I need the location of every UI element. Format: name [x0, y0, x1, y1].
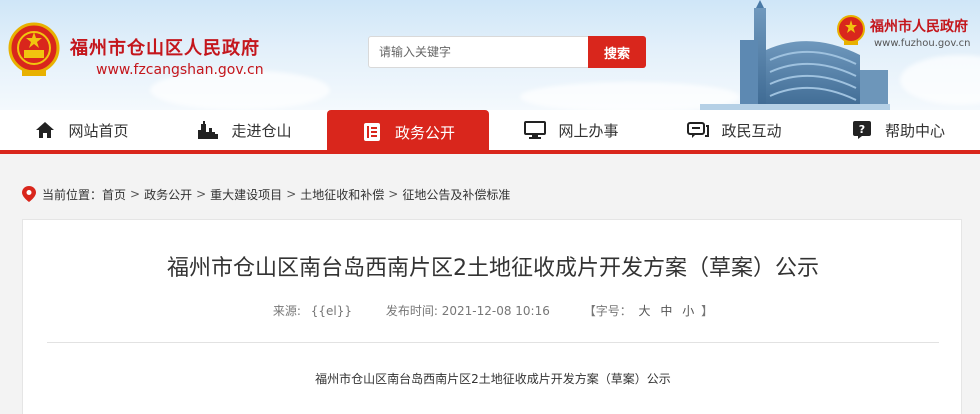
location-pin-icon	[22, 186, 36, 202]
help-icon: ?	[851, 120, 873, 140]
site-url[interactable]: www.fzcangshan.gov.cn	[96, 62, 264, 78]
font-size-end: 】	[701, 304, 714, 318]
home-icon	[34, 120, 56, 140]
monitor-icon	[524, 120, 547, 140]
breadcrumb: 当前位置： 首页 > 政务公开 > 重大建设项目 > 土地征收和补偿 > 征地公…	[22, 178, 962, 210]
national-emblem-icon	[8, 22, 60, 76]
main-nav: 网站首页 走进仓山 政务公开 网上办事 政民互动 ? 帮助中心	[0, 110, 980, 154]
search-button[interactable]: 搜索	[588, 36, 646, 68]
article-body-title: 福州市仓山区南台岛西南片区2土地征收成片开发方案（草案）公示	[315, 372, 671, 386]
source-value: {{el}}	[310, 304, 353, 318]
nav-item-label: 走进仓山	[231, 121, 292, 140]
date-value: 2021-12-08 10:16	[441, 304, 550, 318]
source-label: 来源:	[272, 304, 301, 318]
breadcrumb-separator: >	[388, 187, 399, 201]
nav-item-help[interactable]: ? 帮助中心	[816, 110, 980, 150]
article-meta: 来源: {{el}} 发布时间: 2021-12-08 10:16 【字号： 大…	[23, 302, 963, 319]
breadcrumb-link-home[interactable]: 首页	[102, 186, 126, 203]
font-size-label: 【字号：	[583, 304, 632, 318]
breadcrumb-separator: >	[196, 187, 207, 201]
font-size-large-button[interactable]: 大	[639, 304, 651, 318]
nav-item-label: 网站首页	[68, 121, 129, 140]
nav-item-home[interactable]: 网站首页	[0, 110, 163, 150]
nav-item-label: 帮助中心	[884, 121, 945, 140]
search-input[interactable]	[369, 37, 587, 67]
site-title[interactable]: 福州市仓山区人民政府	[70, 34, 260, 60]
font-size-control: 【字号： 大 中 小 】	[584, 304, 713, 318]
breadcrumb-separator: >	[130, 187, 141, 201]
nav-item-about[interactable]: 走进仓山	[163, 110, 326, 150]
city-icon	[197, 120, 219, 140]
divider	[47, 342, 939, 343]
city-emblem-icon	[837, 15, 865, 45]
cloud-decoration	[900, 55, 980, 105]
breadcrumb-separator: >	[286, 187, 297, 201]
breadcrumb-prefix: 当前位置：	[42, 187, 103, 202]
nav-item-label: 政民互动	[721, 121, 782, 140]
breadcrumb-link-land-expropriation[interactable]: 土地征收和补偿	[300, 186, 384, 203]
article-title: 福州市仓山区南台岛西南片区2土地征收成片开发方案（草案）公示	[167, 256, 819, 281]
font-size-small-button[interactable]: 小	[682, 304, 694, 318]
fuzhou-gov-link[interactable]: 福州市人民政府	[870, 16, 968, 36]
breadcrumb-link-major-projects[interactable]: 重大建设项目	[210, 186, 282, 203]
font-size-medium-button[interactable]: 中	[660, 304, 672, 318]
chat-icon	[687, 120, 710, 140]
nav-item-label: 网上办事	[558, 121, 619, 140]
nav-item-online-services[interactable]: 网上办事	[490, 110, 653, 150]
nav-item-gov-affairs[interactable]: 政务公开	[327, 110, 489, 154]
document-icon	[361, 122, 383, 142]
search-box: 搜索	[368, 36, 646, 68]
breadcrumb-link-gov-affairs[interactable]: 政务公开	[144, 186, 192, 203]
nav-item-interaction[interactable]: 政民互动	[653, 110, 816, 150]
article-card: 福州市仓山区南台岛西南片区2土地征收成片开发方案（草案）公示 来源: {{el}…	[22, 219, 962, 414]
date-label: 发布时间:	[385, 304, 438, 318]
nav-item-label: 政务公开	[394, 123, 455, 142]
fuzhou-gov-url[interactable]: www.fuzhou.gov.cn	[874, 38, 971, 49]
breadcrumb-link-announcements[interactable]: 征地公告及补偿标准	[402, 186, 510, 203]
site-header: 福州市仓山区人民政府 www.fzcangshan.gov.cn 搜索 福州市人…	[0, 0, 980, 110]
svg-text:?: ?	[859, 123, 865, 136]
